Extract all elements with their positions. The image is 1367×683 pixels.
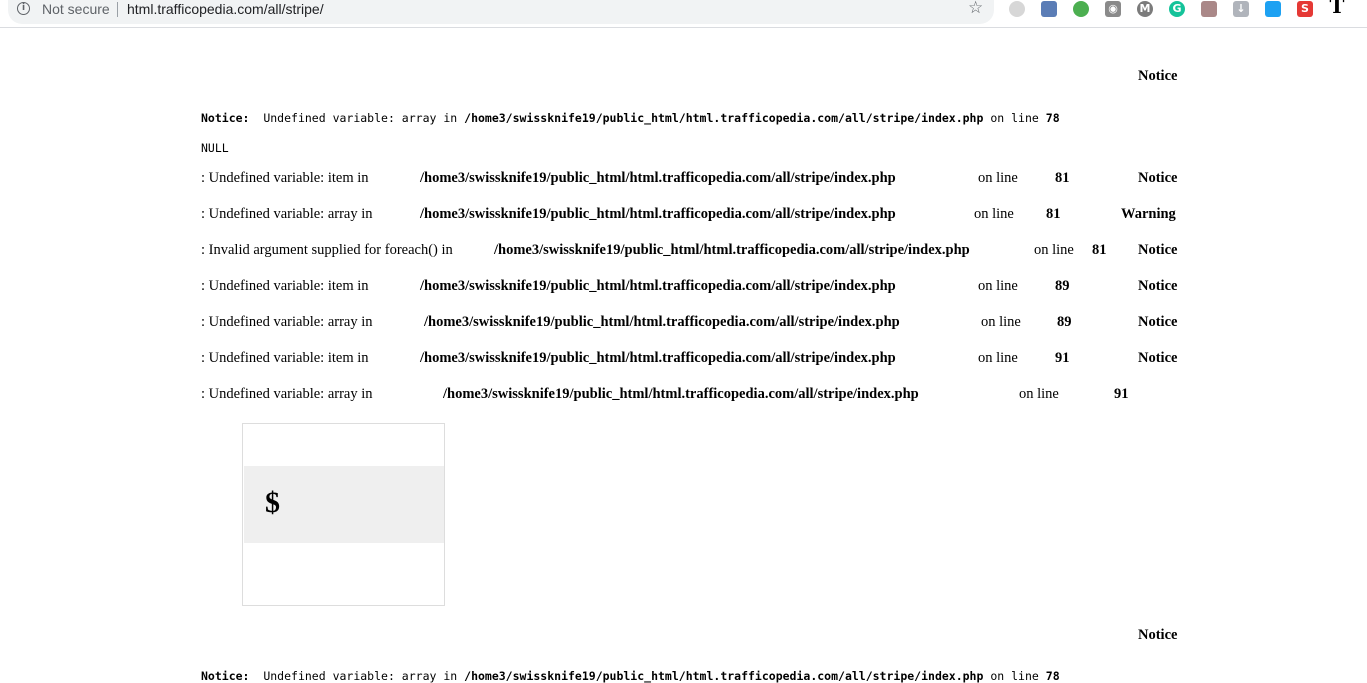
error-next-label: Notice	[1138, 242, 1178, 258]
price-band: $	[244, 466, 444, 543]
error-online: on line	[978, 278, 1018, 294]
error-line: 81	[1055, 170, 1070, 186]
error-line: 81	[1092, 242, 1107, 258]
error-online: on line	[974, 206, 1014, 222]
notice-heading: Notice	[1138, 68, 1178, 84]
currency-symbol: $	[265, 486, 280, 519]
error-next-label: Warning	[1121, 206, 1176, 222]
camera-icon[interactable]: ◉	[1105, 1, 1121, 17]
m-icon[interactable]: M	[1137, 1, 1153, 17]
grammarly-icon[interactable]: G	[1169, 1, 1185, 17]
notice-line-number: 78	[1045, 111, 1060, 125]
error-message: : Undefined variable: item in	[201, 350, 369, 366]
security-label[interactable]: Not secure	[42, 1, 110, 17]
error-online: on line	[978, 170, 1018, 186]
error-next-label: Notice	[1138, 314, 1178, 330]
error-next-label: Notice	[1138, 278, 1178, 294]
extension-2-icon[interactable]	[1041, 1, 1057, 17]
extension-3-icon[interactable]	[1073, 1, 1089, 17]
error-message: : Undefined variable: item in	[201, 170, 369, 186]
error-message: : Undefined variable: array in	[201, 386, 373, 402]
notice-label: Notice:	[201, 669, 250, 683]
error-path: /home3/swissknife19/public_html/html.tra…	[424, 314, 900, 330]
error-path: /home3/swissknife19/public_html/html.tra…	[443, 386, 919, 402]
notice-path: /home3/swissknife19/public_html/html.tra…	[464, 111, 984, 125]
error-next-label: Notice	[1138, 350, 1178, 366]
error-line: 89	[1055, 278, 1070, 294]
error-path: /home3/swissknife19/public_html/html.tra…	[420, 350, 896, 366]
error-online: on line	[1019, 386, 1059, 402]
error-message: : Undefined variable: array in	[201, 314, 373, 330]
notice-text: Undefined variable: array in	[263, 111, 458, 125]
star-icon[interactable]: ☆	[968, 0, 983, 18]
error-line: 89	[1057, 314, 1072, 330]
notice-label: Notice:	[201, 111, 250, 125]
price-card: $	[242, 423, 445, 606]
url-text[interactable]: html.trafficopedia.com/all/stripe/	[127, 1, 324, 17]
s-icon[interactable]: S	[1297, 1, 1313, 17]
browser-toolbar: i Not secure html.trafficopedia.com/all/…	[0, 0, 1367, 28]
download-icon[interactable]: ↓	[1233, 1, 1249, 17]
error-message: : Invalid argument supplied for foreach(…	[201, 242, 453, 258]
null-output: NULL	[201, 141, 229, 155]
error-line: 81	[1046, 206, 1061, 222]
pdf-icon[interactable]	[1201, 1, 1217, 17]
error-message: : Undefined variable: array in	[201, 206, 373, 222]
notice-path: /home3/swissknife19/public_html/html.tra…	[464, 669, 984, 683]
notice-line: Notice: Undefined variable: array in /ho…	[201, 111, 1060, 125]
error-line: 91	[1055, 350, 1070, 366]
notice-line-bottom: Notice: Undefined variable: array in /ho…	[201, 669, 1060, 683]
notice-online: on line	[990, 111, 1039, 125]
error-next-label: Notice	[1138, 170, 1178, 186]
t-icon[interactable]: T	[1327, 0, 1347, 16]
notice-text: Undefined variable: array in	[263, 669, 458, 683]
notice-line-number: 78	[1045, 669, 1060, 683]
error-online: on line	[1034, 242, 1074, 258]
error-message: : Undefined variable: item in	[201, 278, 369, 294]
error-path: /home3/swissknife19/public_html/html.tra…	[420, 206, 896, 222]
error-online: on line	[981, 314, 1021, 330]
error-path: /home3/swissknife19/public_html/html.tra…	[420, 170, 896, 186]
error-line: 91	[1114, 386, 1129, 402]
error-path: /home3/swissknife19/public_html/html.tra…	[494, 242, 970, 258]
twitter-icon[interactable]	[1265, 1, 1281, 17]
extension-1-icon[interactable]	[1009, 1, 1025, 17]
error-online: on line	[978, 350, 1018, 366]
notice-online: on line	[990, 669, 1039, 683]
address-separator	[117, 2, 118, 17]
notice-heading-bottom: Notice	[1138, 627, 1178, 643]
error-path: /home3/swissknife19/public_html/html.tra…	[420, 278, 896, 294]
info-icon[interactable]: i	[17, 2, 30, 15]
